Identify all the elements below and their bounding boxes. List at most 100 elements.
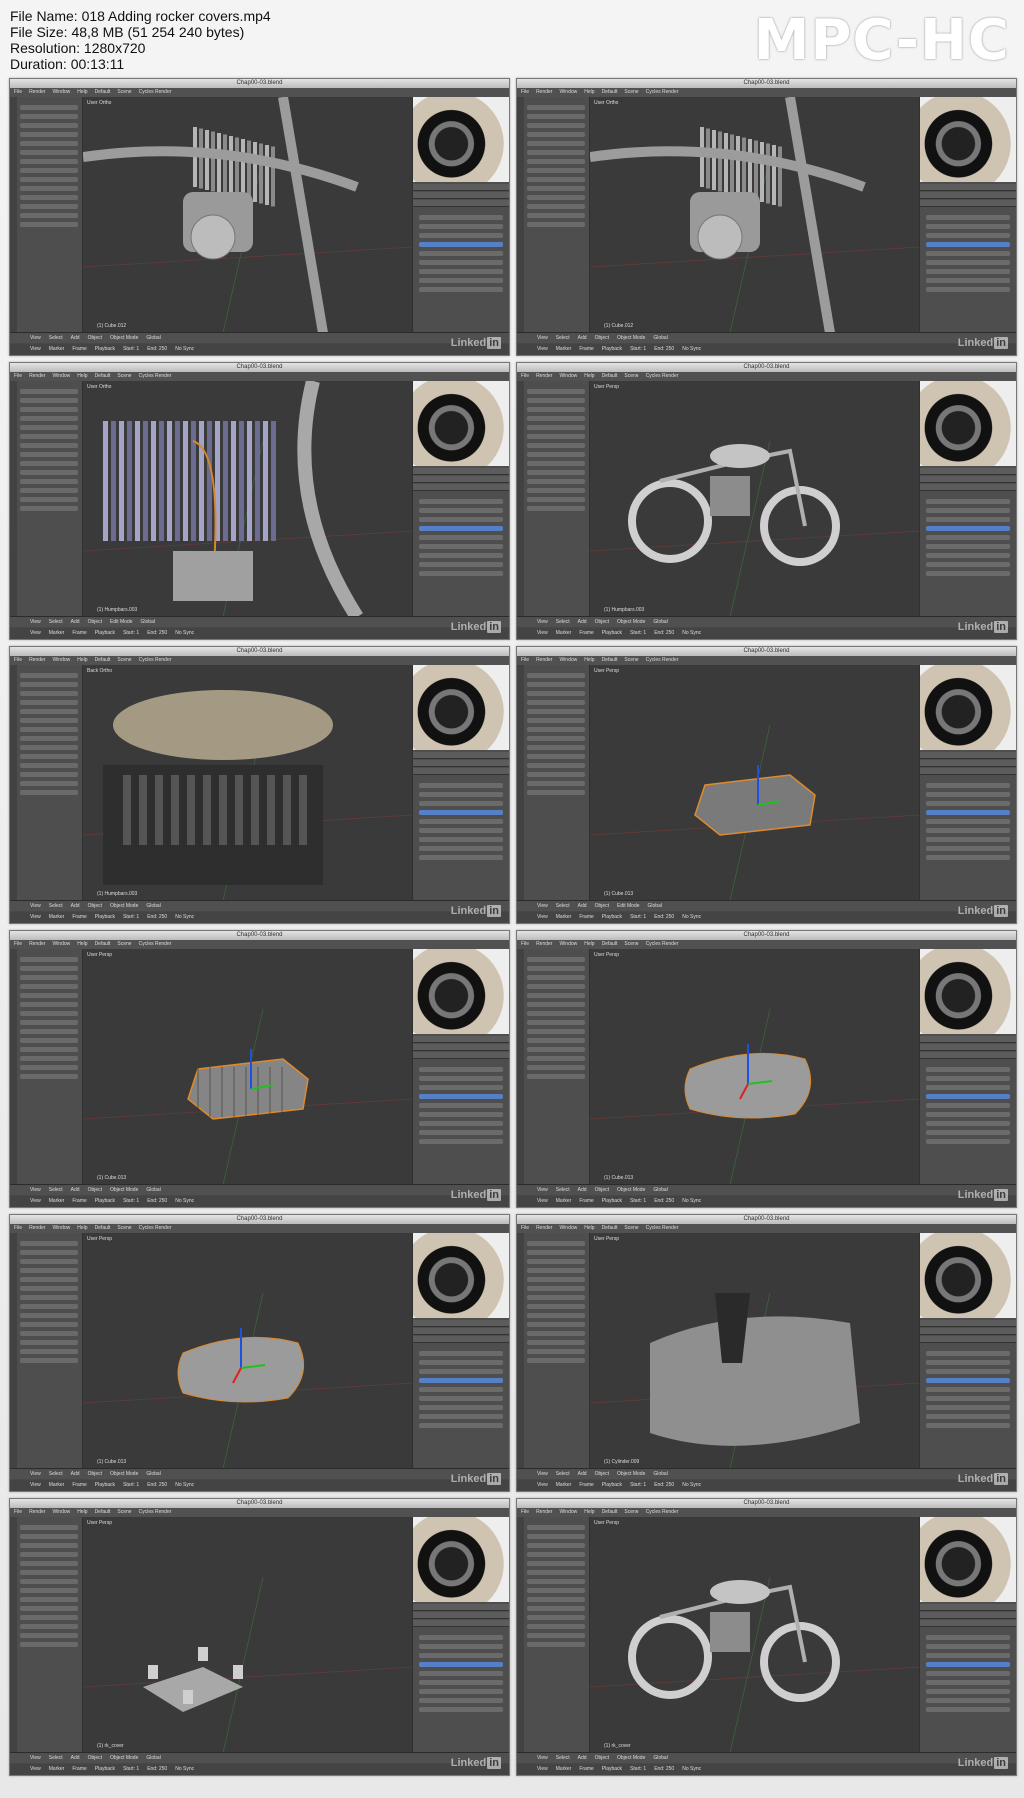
timeline-item: Frame xyxy=(579,1766,594,1772)
menu-item: Help xyxy=(584,89,595,95)
tool-button xyxy=(20,736,78,741)
property-field xyxy=(926,1635,1010,1640)
reference-image xyxy=(920,1233,1016,1318)
menu-item: Render xyxy=(536,1509,553,1515)
menu-item: Window xyxy=(52,1225,71,1231)
linkedin-watermark: Linked in xyxy=(451,1757,501,1769)
engine-block xyxy=(710,476,750,516)
menu-item: Default xyxy=(601,89,618,95)
header-item: Object xyxy=(594,903,610,909)
panel-header xyxy=(413,1612,509,1619)
tool-button xyxy=(527,727,585,732)
cylinder-fin xyxy=(263,421,268,541)
view-label: User Ortho xyxy=(594,100,619,106)
header-item: View xyxy=(537,1187,548,1193)
timeline-header: View Marker Frame Playback Start: 1 End: 250 N… xyxy=(517,912,1016,923)
watermark-in: in xyxy=(487,337,501,349)
watermark-text: Linked xyxy=(450,1757,487,1769)
timeline-item: Start: 1 xyxy=(630,1482,647,1488)
timeline-item: Playback xyxy=(94,346,116,352)
menu-item: Window xyxy=(52,657,71,663)
tool-button xyxy=(527,1570,585,1575)
menu-item: File xyxy=(521,1225,530,1231)
tool-button xyxy=(527,1047,585,1052)
menu-item: Scene xyxy=(117,657,132,663)
timeline-item: No Sync xyxy=(175,1482,195,1488)
menu-item: Scene xyxy=(117,1225,132,1231)
cylinder-fin xyxy=(241,139,245,199)
property-field xyxy=(419,499,503,504)
tool-button xyxy=(527,1056,585,1061)
reference-image xyxy=(413,97,509,182)
menu-item: Default xyxy=(601,1509,618,1515)
menu-item: Default xyxy=(601,941,618,947)
property-field xyxy=(926,553,1010,558)
timeline-area: View Select Add Object Object Mode Global View… xyxy=(517,1468,1016,1491)
header-item: View xyxy=(537,619,548,625)
property-field xyxy=(926,1644,1010,1649)
tool-button xyxy=(527,1534,585,1539)
menu-item: Cycles Render xyxy=(645,89,679,95)
panel-header xyxy=(413,768,509,775)
tool-tabs xyxy=(10,949,17,1185)
property-field xyxy=(926,1662,1010,1667)
cylinder-fin xyxy=(199,128,203,189)
header-item: Object xyxy=(87,1755,103,1761)
timeline-item: View xyxy=(537,630,548,636)
menu-item: Help xyxy=(77,1225,88,1231)
timeline-item: Start: 1 xyxy=(123,346,140,352)
tool-button xyxy=(527,434,585,439)
timeline-item: Playback xyxy=(601,1198,623,1204)
viewport-scene xyxy=(187,1049,309,1120)
tool-button xyxy=(527,195,585,200)
property-field xyxy=(419,544,503,549)
header-item: Select xyxy=(555,335,570,341)
menu-item: Render xyxy=(536,657,553,663)
tool-button xyxy=(20,150,78,155)
timeline-item: No Sync xyxy=(175,1198,195,1204)
linkedin-watermark: Linked in xyxy=(451,621,501,633)
timeline-item: No Sync xyxy=(175,1766,195,1772)
property-field xyxy=(419,287,503,292)
timeline-item: No Sync xyxy=(682,1482,702,1488)
header-item: Add xyxy=(70,619,80,625)
object-label: (1) rk_cover xyxy=(604,1743,631,1749)
header-item: Add xyxy=(577,1471,587,1477)
menu-bar: File Render Window Help Default Scene Cycles R… xyxy=(10,88,509,97)
menu-item: Render xyxy=(29,1509,46,1515)
menu-item: Help xyxy=(77,941,88,947)
tool-button xyxy=(20,984,78,989)
tool-button xyxy=(527,1020,585,1025)
tool-tabs xyxy=(517,1517,524,1753)
tool-button xyxy=(20,1633,78,1638)
cylinder-fin xyxy=(724,133,728,193)
header-item: Add xyxy=(70,335,80,341)
cylinder-fin xyxy=(175,421,180,541)
object-label: (1) Cube.012 xyxy=(97,323,127,329)
timeline-item: Start: 1 xyxy=(123,1198,140,1204)
property-field xyxy=(926,517,1010,522)
tool-button xyxy=(20,691,78,696)
cylinder-fin xyxy=(151,421,156,541)
tool-button xyxy=(20,213,78,218)
menu-item: Render xyxy=(29,657,46,663)
tool-tabs xyxy=(517,1233,524,1469)
properties-panel xyxy=(919,665,1016,901)
video-thumbnail: Chap00-03.blend File Render Window Help Defau… xyxy=(9,78,510,356)
panel-header xyxy=(413,1052,509,1059)
tool-button xyxy=(527,691,585,696)
tool-button xyxy=(20,700,78,705)
tool-button xyxy=(527,1615,585,1620)
panel-header xyxy=(920,476,1016,483)
property-field xyxy=(419,828,503,833)
video-thumbnail: Chap00-03.blend File Render Window Help Defau… xyxy=(516,1498,1017,1776)
tool-button xyxy=(527,398,585,403)
file-info: File Name: 018 Adding rocker covers.mp4 … xyxy=(10,8,271,72)
bolt-cylinder xyxy=(183,1690,193,1704)
reference-image xyxy=(920,665,1016,750)
timeline-header: View Marker Frame Playback Start: 1 End: 250 N… xyxy=(10,1764,509,1775)
menu-item: Scene xyxy=(624,373,639,379)
mesh-cube xyxy=(694,774,816,836)
header-item: Add xyxy=(70,903,80,909)
timeline-header: View Marker Frame Playback Start: 1 End: 250 N… xyxy=(10,628,509,639)
